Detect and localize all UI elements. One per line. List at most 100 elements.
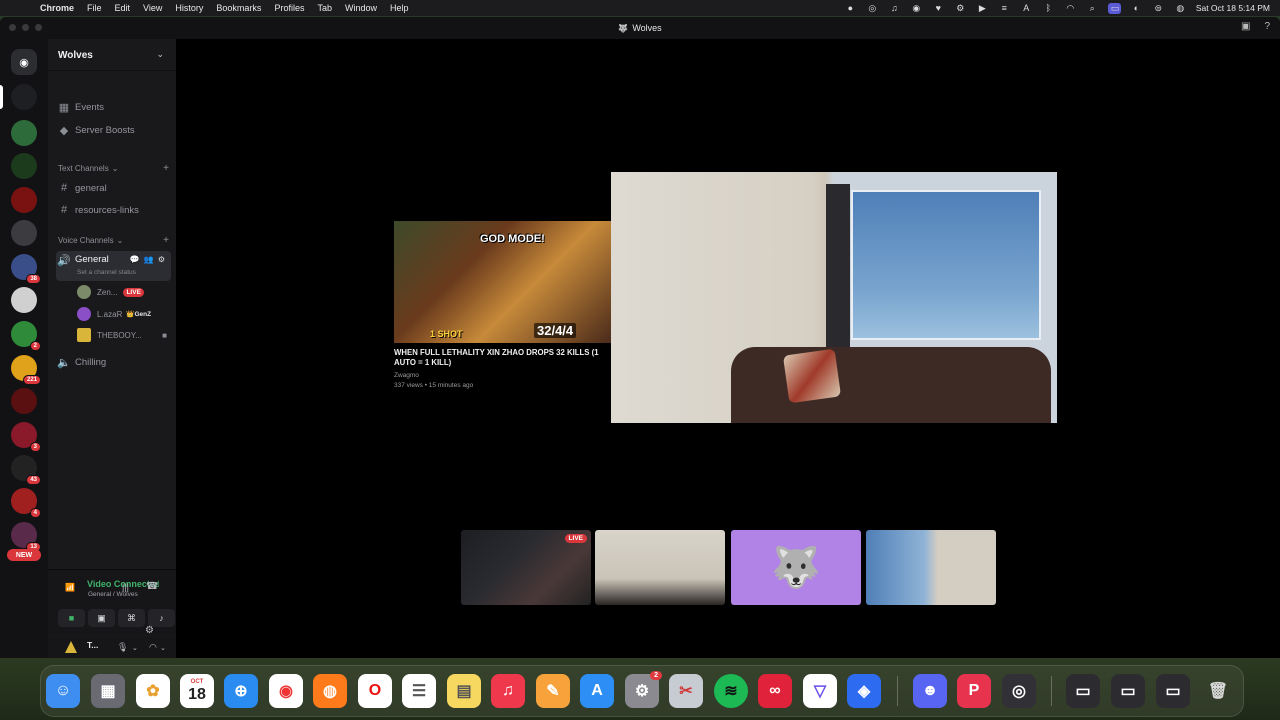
menubar-clock[interactable]: Sat Oct 18 5:14 PM <box>1196 3 1270 13</box>
bluetooth-icon[interactable]: ᛒ <box>1042 3 1055 13</box>
voice-status-sub[interactable]: General / Wolves <box>88 591 138 598</box>
menu-app-name[interactable]: Chrome <box>40 3 74 13</box>
vector-app-icon[interactable]: ▽ <box>803 674 837 708</box>
guild-red-logo[interactable] <box>11 388 37 414</box>
guild-greenmask[interactable]: 2 <box>11 321 41 351</box>
participant-tile-stream[interactable]: LIVE <box>461 530 591 605</box>
wifi-icon[interactable]: ◠ <box>1064 3 1077 14</box>
minimized-window-icon[interactable]: ▭ <box>1111 674 1145 708</box>
inbox-icon[interactable]: ▣ <box>1241 21 1250 32</box>
spotlight-search-icon[interactable]: ⌕ <box>1086 3 1099 14</box>
pages-icon[interactable]: ✎ <box>536 674 570 708</box>
user-avatar[interactable] <box>64 640 78 654</box>
obs-icon[interactable]: ◎ <box>1002 674 1036 708</box>
guild-skull[interactable] <box>11 287 37 313</box>
finder-icon[interactable]: ☺ <box>46 674 80 708</box>
firefox-icon[interactable]: ◍ <box>313 674 347 708</box>
parsec-icon[interactable]: P <box>957 674 991 708</box>
chrome-icon[interactable]: ◉ <box>269 674 303 708</box>
record-dot-icon[interactable]: ● <box>844 3 857 13</box>
discord-home[interactable]: ◉ <box>11 49 37 75</box>
system-settings-icon[interactable]: ⚙ 2 <box>625 671 662 708</box>
headphones-icon[interactable]: ♫ <box>888 3 901 13</box>
reminders-icon[interactable]: ☰ <box>402 674 436 708</box>
screen-share-icon[interactable]: ▭ <box>1107 2 1121 14</box>
settings-gear-icon[interactable]: ⚙ <box>158 255 165 264</box>
activities-button[interactable]: ⌘ <box>118 609 145 627</box>
menu-tab[interactable]: Tab <box>317 3 332 13</box>
guild-yellowtext[interactable]: 221 <box>11 355 41 385</box>
focused-camera-video[interactable] <box>611 172 1057 423</box>
category-text-channels[interactable]: Text Channels ⌄ + <box>58 162 169 174</box>
participant-tile-avatar[interactable]: 🐺 <box>731 530 861 605</box>
creative-cloud-icon[interactable]: ∞ <box>758 674 792 708</box>
voice-member[interactable]: L.azaR 👑GenZ <box>77 306 173 322</box>
launchpad-icon[interactable]: ▦ <box>91 674 125 708</box>
photos-icon[interactable]: ✿ <box>136 674 170 708</box>
invite-icon[interactable]: 👥 <box>144 255 154 264</box>
guild-red2[interactable]: 4 <box>11 488 41 518</box>
channel-resources-links[interactable]: # resources-links <box>56 201 171 219</box>
minimized-window-icon[interactable]: ▭ <box>1066 674 1100 708</box>
guild-lgl[interactable] <box>11 153 37 179</box>
new-unreads-pill[interactable]: NEW <box>7 549 41 561</box>
menu-bookmarks[interactable]: Bookmarks <box>216 3 261 13</box>
microphone-icon[interactable]: 🎙 <box>117 642 128 653</box>
cursor-icon[interactable]: ◎ <box>866 3 879 14</box>
notes-icon[interactable]: ▤ <box>447 674 481 708</box>
participant-tile-camera[interactable] <box>595 530 725 605</box>
music-icon[interactable]: ♫ <box>491 674 525 708</box>
menu-edit[interactable]: Edit <box>115 3 131 13</box>
menu-profiles[interactable]: Profiles <box>274 3 304 13</box>
menu-view[interactable]: View <box>143 3 162 13</box>
heart-icon[interactable]: ♥ <box>932 3 945 13</box>
play-icon[interactable]: ▶ <box>976 3 989 14</box>
server-header[interactable]: Wolves ⌄ <box>48 39 176 71</box>
user-settings-gear-icon[interactable]: ⚙ <box>145 625 154 636</box>
spotify-icon[interactable]: ≋ <box>714 674 748 708</box>
safari-icon[interactable]: ⊕ <box>224 674 258 708</box>
category-voice-channels[interactable]: Voice Channels ⌄ + <box>58 234 169 246</box>
guild-blue[interactable]: 38 <box>11 254 41 284</box>
menu-help[interactable]: Help <box>390 3 409 13</box>
trash-icon[interactable]: 🗑 <box>1201 674 1235 708</box>
video-title[interactable]: WHEN FULL LETHALITY XIN ZHAO DROPS 32 KI… <box>394 348 611 368</box>
channel-general[interactable]: # general <box>56 179 171 197</box>
headphones-icon[interactable]: ◠ <box>149 642 157 653</box>
siri-icon[interactable]: ◍ <box>1174 3 1187 14</box>
menu-history[interactable]: History <box>175 3 203 13</box>
discord-icon[interactable]: ☻ <box>913 674 947 708</box>
screen-share-button[interactable]: ▣ <box>88 609 115 627</box>
app-store-icon[interactable]: A <box>580 674 614 708</box>
menu-file[interactable]: File <box>87 3 102 13</box>
events-link[interactable]: ▦ Events <box>56 98 171 116</box>
participant-tile-room[interactable] <box>866 530 996 605</box>
voice-channel-general[interactable]: 🔊 General 💬 👥 ⚙ <box>56 251 171 281</box>
stack-icon[interactable]: ≡ <box>998 3 1011 13</box>
guild-green-swirl[interactable] <box>11 120 37 146</box>
minimized-window-icon[interactable]: ▭ <box>1156 674 1190 708</box>
control-center-icon[interactable]: ⊜ <box>1152 3 1165 14</box>
chat-bubble-icon[interactable]: 💬 <box>130 255 140 264</box>
dashboard-app-icon[interactable]: ◈ <box>847 674 881 708</box>
guild-wolves[interactable] <box>11 84 37 110</box>
signal-icon[interactable]: 📶 <box>65 583 75 592</box>
calendar-icon[interactable]: OCT 18 <box>180 674 214 708</box>
camera-button[interactable]: ■ <box>58 609 85 627</box>
scissors-app-icon[interactable]: ✂ <box>669 674 703 708</box>
opera-icon[interactable]: O <box>358 674 392 708</box>
noise-suppression-icon[interactable]: ||| <box>122 582 129 592</box>
voice-member[interactable]: Zen... LIVE <box>77 284 173 300</box>
add-channel-icon[interactable]: + <box>163 235 169 246</box>
help-icon[interactable]: ? <box>1264 21 1270 32</box>
guild-dark[interactable]: 43 <box>11 455 41 485</box>
user-name[interactable]: T... <box>87 640 98 650</box>
chevron-down-icon[interactable]: ⌄ <box>132 644 138 652</box>
youtube-stream-tile[interactable]: GOD MODE! 1 SHOT 32/4/4 WHEN FULL LETHAL… <box>394 221 611 396</box>
server-boosts-link[interactable]: ◆ Server Boosts <box>56 121 171 139</box>
chevron-down-icon[interactable]: ⌄ <box>160 644 166 652</box>
add-channel-icon[interactable]: + <box>163 163 169 174</box>
keyboard-input-icon[interactable]: A <box>1020 3 1033 13</box>
guild-squad[interactable] <box>11 220 37 246</box>
guild-pink[interactable]: 3 <box>11 422 41 452</box>
